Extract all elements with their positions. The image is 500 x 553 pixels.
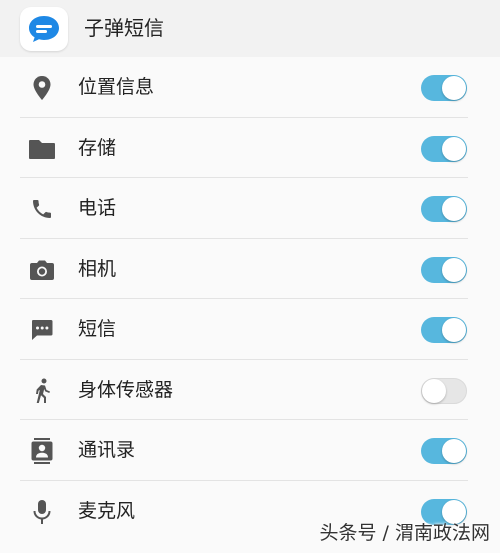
storage-toggle[interactable] (421, 135, 467, 162)
watermark: 头条号 / 渭南政法网 (319, 522, 490, 544)
app-header: 子弹短信 (0, 0, 500, 57)
toggle-knob (442, 197, 466, 221)
permission-row-phone[interactable]: 电话 (0, 178, 500, 239)
permission-label: 电话 (78, 197, 117, 219)
permission-label: 存储 (78, 136, 117, 159)
permission-label: 通讯录 (78, 439, 136, 461)
chat-bubble-icon (29, 16, 59, 42)
location-pin-icon (28, 74, 56, 102)
permission-label: 身体传感器 (78, 378, 174, 401)
sms-toggle[interactable] (421, 317, 467, 343)
permission-row-storage[interactable]: 存储 (0, 118, 500, 178)
body-sensors-toggle[interactable] (421, 377, 467, 404)
permission-row-sms[interactable]: 短信 (0, 299, 500, 360)
permission-row-location[interactable]: 位置信息 (0, 57, 500, 118)
permission-label: 麦克风 (78, 499, 136, 522)
contacts-toggle[interactable] (421, 438, 467, 464)
app-permissions-screen: 子弹短信 位置信息 存储 电话 相机 短信 身体传感器 通讯录 麦克风 头条号 … (0, 0, 500, 553)
permission-list: 位置信息 存储 电话 相机 短信 身体传感器 通讯录 麦克风 (0, 57, 500, 541)
toggle-knob (442, 76, 466, 100)
permission-row-body-sensors[interactable]: 身体传感器 (0, 360, 500, 420)
permission-row-camera[interactable]: 相机 (0, 239, 500, 299)
permission-row-contacts[interactable]: 通讯录 (0, 420, 500, 481)
contacts-icon (28, 437, 56, 465)
microphone-icon (28, 498, 56, 526)
phone-icon (28, 195, 56, 223)
toggle-knob (442, 257, 466, 282)
toggle-knob (422, 378, 446, 403)
app-title: 子弹短信 (84, 16, 164, 40)
folder-icon (28, 135, 56, 163)
permission-label: 位置信息 (78, 76, 155, 98)
message-icon (28, 316, 56, 344)
walking-person-icon (28, 377, 56, 405)
permission-label: 短信 (78, 318, 117, 340)
toggle-knob (442, 318, 466, 342)
app-icon (20, 7, 68, 51)
camera-icon (28, 256, 56, 284)
phone-toggle[interactable] (421, 196, 467, 222)
location-toggle[interactable] (421, 75, 467, 101)
toggle-knob (442, 136, 466, 161)
camera-toggle[interactable] (421, 256, 467, 283)
permission-label: 相机 (78, 257, 117, 280)
toggle-knob (442, 439, 466, 463)
